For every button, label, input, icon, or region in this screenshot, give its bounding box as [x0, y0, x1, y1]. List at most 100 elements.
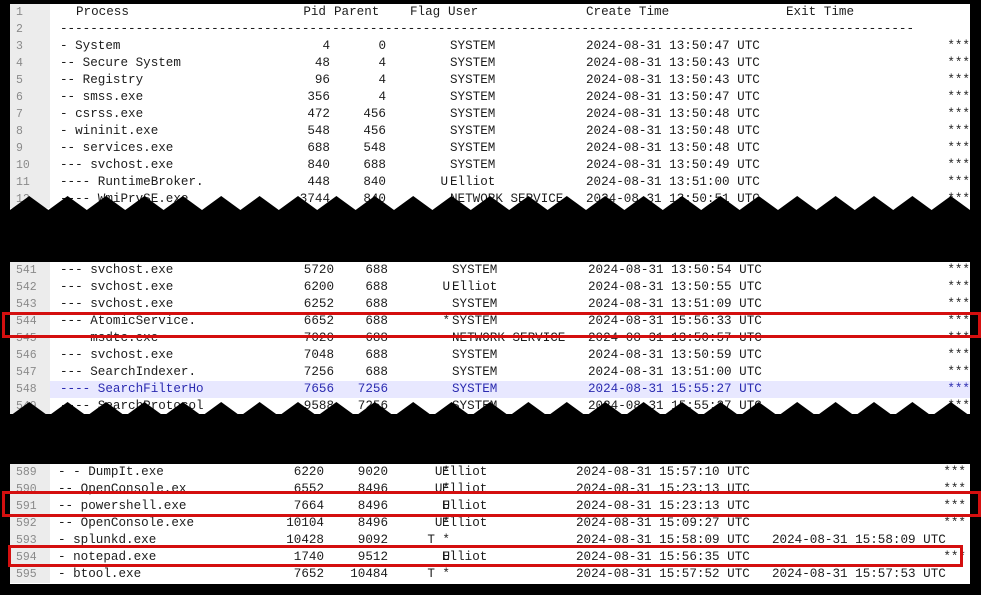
- column-header-user[interactable]: User: [448, 4, 584, 21]
- process-list-panel-middle: 541 --- svchost.exe 5720 688 SYSTEM 2024-08-3…: [10, 262, 970, 414]
- parent-pid-cell: 9092: [357, 533, 388, 547]
- parent-pid-cell: 456: [363, 124, 386, 138]
- parent-pid-cell: 548: [363, 141, 386, 155]
- pid-cell: 6652: [303, 314, 334, 328]
- user-cell: Elliot: [450, 175, 496, 189]
- line-number: 592: [10, 515, 50, 532]
- line-number: 591: [10, 498, 50, 515]
- pid-cell: 7656: [303, 382, 334, 396]
- pid-cell: 4: [322, 39, 330, 53]
- process-row[interactable]: 542 --- svchost.exe 6200 688 U Elliot 2024-08-…: [10, 279, 970, 296]
- process-row[interactable]: 5 -- Registry 96 4 SYSTEM 2024-08-31 13:50:43…: [10, 72, 970, 89]
- process-row[interactable]: 545 --- msdtc.exe 7020 688 NETWORK SERVICE 20…: [10, 330, 970, 347]
- user-cell: SYSTEM: [450, 39, 496, 53]
- exit-time-redacted: ***: [947, 141, 970, 155]
- user-cell: SYSTEM: [452, 263, 498, 277]
- create-time-cell: 2024-08-31 13:50:48 UTC: [586, 107, 760, 121]
- line-number: 11: [10, 174, 50, 191]
- process-row[interactable]: 548 ---- SearchFilterHo 7656 7256 SYSTEM 2024…: [10, 381, 970, 398]
- process-name-cell: --- svchost.exe: [60, 158, 174, 172]
- column-header-create-time[interactable]: Create Time: [586, 4, 782, 21]
- process-row[interactable]: 543 --- svchost.exe 6252 688 SYSTEM 2024-08-3…: [10, 296, 970, 313]
- pid-cell: 10104: [286, 516, 324, 530]
- column-header-exit-time[interactable]: Exit Time: [786, 4, 946, 21]
- exit-time-redacted: ***: [943, 550, 966, 564]
- user-cell: [442, 566, 572, 583]
- process-row[interactable]: 4 -- Secure System 48 4 SYSTEM 2024-08-31 13:…: [10, 55, 970, 72]
- process-row[interactable]: 9 -- services.exe 688 548 SYSTEM 2024-08-31 1…: [10, 140, 970, 157]
- parent-pid-cell: 688: [365, 297, 388, 311]
- flag-cell: [394, 89, 448, 106]
- process-name-cell: --- SearchIndexer.: [60, 365, 197, 379]
- process-row[interactable]: 541 --- svchost.exe 5720 688 SYSTEM 2024-08-3…: [10, 262, 970, 279]
- line-number: 595: [10, 566, 50, 583]
- user-cell: Elliot: [442, 465, 488, 479]
- create-time-cell: 2024-08-31 13:50:59 UTC: [588, 348, 762, 362]
- exit-time-redacted: ***: [947, 90, 970, 104]
- pid-cell: 96: [314, 73, 330, 87]
- process-row[interactable]: 544 --- AtomicService. 6652 688 * SYSTEM 2024-…: [10, 313, 970, 330]
- process-row[interactable]: 593- splunkd.exe 10428 9092 T * 2024-08-31 1…: [10, 532, 970, 549]
- process-row[interactable]: 547 --- SearchIndexer. 7256 688 SYSTEM 2024-0…: [10, 364, 970, 381]
- parent-pid-cell: 688: [365, 280, 388, 294]
- process-row[interactable]: 6 -- smss.exe 356 4 SYSTEM 2024-08-31 13:50:4…: [10, 89, 970, 106]
- process-name-cell: -- OpenConsole.exe: [58, 516, 195, 530]
- process-name-cell: --- svchost.exe: [60, 280, 174, 294]
- line-number: 546: [10, 347, 50, 364]
- process-name-cell: - csrss.exe: [60, 107, 144, 121]
- user-cell: SYSTEM: [452, 314, 498, 328]
- exit-time-redacted: ***: [943, 516, 966, 530]
- process-name-cell: --- svchost.exe: [60, 348, 174, 362]
- process-row[interactable]: 590 -- OpenConsole.ex 6552 8496 U* Elliot 2024…: [10, 481, 970, 498]
- create-time-cell: 2024-08-31 13:50:49 UTC: [586, 158, 760, 172]
- parent-pid-cell: 10484: [350, 567, 388, 581]
- exit-time-redacted: ***: [947, 124, 970, 138]
- user-cell: SYSTEM: [450, 90, 496, 104]
- process-row[interactable]: 592 -- OpenConsole.exe 10104 8496 U* Elliot 20…: [10, 515, 970, 532]
- process-name-cell: - notepad.exe: [58, 550, 157, 564]
- process-row[interactable]: 594- notepad.exe 1740 9512 U Elliot 2024-08-3…: [10, 549, 970, 566]
- line-number: 590: [10, 481, 50, 498]
- create-time-cell: 2024-08-31 15:23:13 UTC: [576, 482, 750, 496]
- flag-cell: [394, 140, 448, 157]
- line-number: 10: [10, 157, 50, 174]
- create-time-cell: 2024-08-31 13:50:43 UTC: [586, 56, 760, 70]
- create-time-cell: 2024-08-31 13:50:48 UTC: [586, 141, 760, 155]
- pid-cell: 6200: [303, 280, 334, 294]
- create-time-cell: 2024-08-31 13:50:43 UTC: [586, 73, 760, 87]
- create-time-cell: 2024-08-31 15:23:13 UTC: [576, 499, 750, 513]
- process-row[interactable]: 589- - DumpIt.exe 6220 9020 U* Elliot 2024-08…: [10, 464, 970, 481]
- exit-time-redacted: ***: [947, 280, 970, 294]
- flag-cell: [394, 123, 448, 140]
- process-name-cell: ---- RuntimeBroker.: [60, 175, 204, 189]
- column-header-parent[interactable]: Parent: [334, 4, 390, 21]
- flag-cell: [394, 38, 448, 55]
- flag-cell: [394, 364, 450, 381]
- column-header-pid[interactable]: Pid: [270, 4, 326, 21]
- process-row[interactable]: 7 - csrss.exe 472 456 SYSTEM 2024-08-31 13:50…: [10, 106, 970, 123]
- process-row[interactable]: 546 --- svchost.exe 7048 688 SYSTEM 2024-08-3…: [10, 347, 970, 364]
- process-row[interactable]: 595- btool.exe 7652 10484 T * 2024-08-31 15:…: [10, 566, 970, 583]
- pid-cell: 356: [307, 90, 330, 104]
- process-name-cell: --- svchost.exe: [60, 263, 174, 277]
- process-row[interactable]: 11 ---- RuntimeBroker. 448 840 U Elliot 2024-0…: [10, 174, 970, 191]
- parent-pid-cell: 688: [365, 365, 388, 379]
- pid-cell: 7652: [293, 567, 324, 581]
- process-name-cell: --- AtomicService.: [60, 314, 197, 328]
- flag-cell: [394, 330, 450, 347]
- user-cell: Elliot: [442, 499, 488, 513]
- process-row[interactable]: 591 -- powershell.exe 7664 8496 U Elliot 2024-…: [10, 498, 970, 515]
- line-number: 547: [10, 364, 50, 381]
- user-cell: SYSTEM: [452, 348, 498, 362]
- pid-cell: 7020: [303, 331, 334, 345]
- process-row[interactable]: 3 - System 4 0 SYSTEM 2024-08-31 13:50:47 UTC…: [10, 38, 970, 55]
- create-time-cell: 2024-08-31 15:58:09 UTC: [576, 533, 750, 547]
- user-cell: SYSTEM: [452, 382, 498, 396]
- parent-pid-cell: 840: [363, 175, 386, 189]
- column-header-process[interactable]: Process: [76, 4, 266, 21]
- pid-cell: 448: [307, 175, 330, 189]
- process-row[interactable]: 8 - wininit.exe 548 456 SYSTEM 2024-08-31 13:…: [10, 123, 970, 140]
- parent-pid-cell: 688: [365, 263, 388, 277]
- process-row[interactable]: 10 --- svchost.exe 840 688 SYSTEM 2024-08-31 …: [10, 157, 970, 174]
- parent-pid-cell: 8496: [357, 482, 388, 496]
